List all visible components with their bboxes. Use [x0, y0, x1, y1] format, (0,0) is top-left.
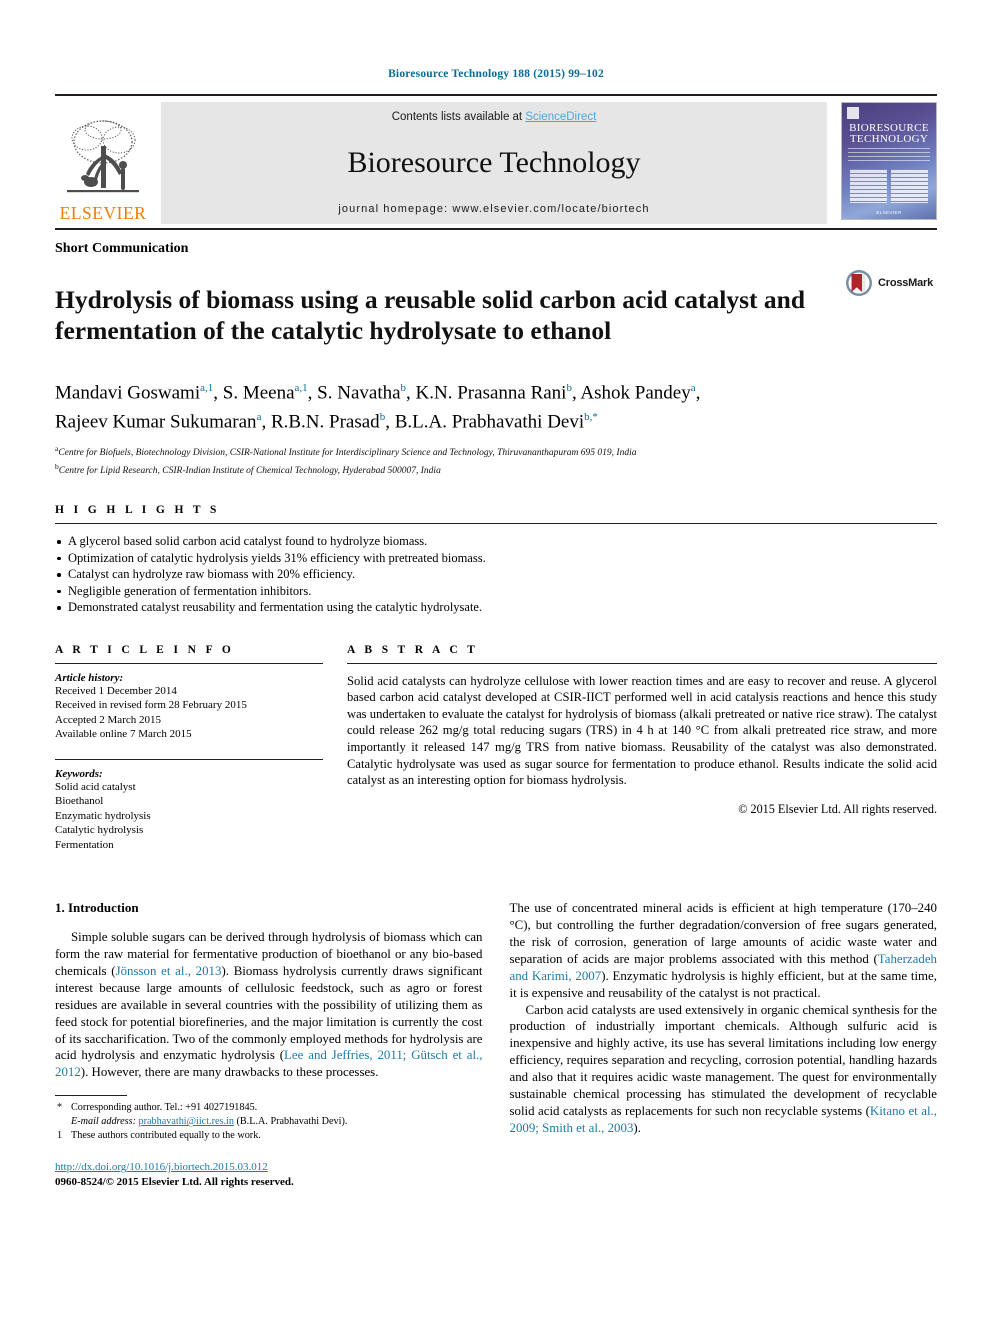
cover-title-line-2: TECHNOLOGY — [849, 133, 929, 145]
abstract-heading: A B S T R A C T — [347, 643, 479, 656]
list-item: Negligible generation of fermentation in… — [55, 583, 937, 600]
highlights-rule — [55, 523, 937, 525]
crossmark-icon — [846, 270, 872, 296]
affiliation-b: bCentre for Lipid Research, CSIR-Indian … — [55, 461, 441, 477]
doi-block: http://dx.doi.org/10.1016/j.biortech.201… — [55, 1157, 483, 1189]
keyword-item: Bioethanol — [55, 795, 104, 808]
list-item: Optimization of catalytic hydrolysis yie… — [55, 550, 937, 567]
keyword-item: Solid acid catalyst — [55, 780, 136, 793]
cover-panel — [850, 169, 887, 203]
footnote-mark-asterisk: * — [57, 1102, 63, 1114]
paragraph: Simple soluble sugars can be derived thr… — [55, 929, 483, 1081]
cover-title: BIORESOURCE TECHNOLOGY — [842, 123, 936, 145]
footnote-text: Corresponding author. Tel.: +91 40271918… — [71, 1102, 258, 1114]
abstract-rule — [347, 662, 937, 664]
journal-homepage[interactable]: journal homepage: www.elsevier.com/locat… — [338, 203, 649, 215]
history-item: Accepted 2 March 2015 — [55, 713, 161, 726]
elsevier-logo: ELSEVIER — [55, 102, 151, 224]
body-column-right: The use of concentrated mineral acids is… — [510, 900, 938, 1189]
list-item: Catalyst can hydrolyze raw biomass with … — [55, 566, 937, 583]
keyword-item: Catalytic hydrolysis — [55, 824, 144, 837]
email-link[interactable]: prabhavathi@iict.res.in — [139, 1116, 234, 1127]
journal-cover-thumbnail: BIORESOURCE TECHNOLOGY ELSEVIER — [841, 102, 937, 220]
footnotes: * Corresponding author. Tel.: +91 4027191… — [55, 1095, 483, 1189]
running-head: Bioresource Technology 188 (2015) 99–102 — [388, 68, 604, 80]
paragraph-text: ). — [633, 1120, 641, 1135]
keyword-item: Enzymatic hydrolysis — [55, 809, 151, 822]
history-item: Received 1 December 2014 — [55, 684, 177, 697]
sciencedirect-link[interactable]: ScienceDirect — [525, 111, 596, 123]
doi-link[interactable]: http://dx.doi.org/10.1016/j.biortech.201… — [55, 1161, 268, 1173]
list-item: Demonstrated catalyst reusability and fe… — [55, 599, 937, 616]
article-info-rule — [55, 662, 323, 664]
cover-panel — [891, 169, 928, 203]
elsevier-tree-icon — [67, 119, 139, 192]
highlights-heading: H I G H L I G H T S — [55, 504, 220, 517]
keywords-rule — [55, 758, 323, 760]
highlights-list: A glycerol based solid carbon acid catal… — [55, 533, 937, 616]
abstract-copyright: © 2015 Elsevier Ltd. All rights reserved… — [738, 801, 937, 816]
email-owner: (B.L.A. Prabhavathi Devi). — [236, 1116, 348, 1128]
contents-list-line: Contents lists available at ScienceDirec… — [392, 111, 597, 123]
article-info-heading: A R T I C L E I N F O — [55, 643, 235, 656]
author-line-2: Rajeev Kumar Sukumarana, R.B.N. Prasadb,… — [55, 411, 598, 433]
article-info-section: A R T I C L E I N F O Article history: R… — [55, 644, 323, 853]
keyword-item: Fermentation — [55, 838, 114, 851]
paragraph-text: ). However, there are many drawbacks to … — [80, 1065, 379, 1080]
paragraph-text: Carbon acid catalysts are used extensive… — [509, 1002, 938, 1118]
journal-title: Bioresource Technology — [347, 146, 641, 179]
abstract-text: Solid acid catalysts can hydrolyze cellu… — [347, 673, 937, 788]
citation-link[interactable]: Jönsson et al., 2013 — [116, 964, 222, 978]
cover-footer: ELSEVIER — [876, 210, 902, 215]
history-item: Available online 7 March 2015 — [55, 728, 192, 741]
footnote-equal-contribution: 1 These authors contributed equally to th… — [55, 1129, 483, 1143]
journal-banner: Contents lists available at ScienceDirec… — [161, 102, 827, 224]
masthead-bottom-rule — [55, 228, 937, 230]
keywords-block: Keywords: Solid acid catalyst Bioethanol… — [55, 758, 323, 853]
cover-subtitle-lines — [848, 148, 930, 164]
elsevier-wordmark: ELSEVIER — [59, 202, 147, 223]
info-abstract-row: A R T I C L E I N F O Article history: R… — [55, 644, 937, 853]
page-title: Hydrolysis of biomass using a reusable s… — [55, 285, 806, 346]
paragraph-text: The use of concentrated mineral acids is… — [509, 901, 938, 966]
abstract-section: A B S T R A C T Solid acid catalysts can… — [347, 644, 937, 853]
section-heading-introduction: 1. Introduction — [55, 900, 139, 916]
issn-copyright: 0960-8524/© 2015 Elsevier Ltd. All right… — [55, 1176, 294, 1189]
cover-publisher-mark — [847, 107, 859, 119]
paragraph: Carbon acid catalysts are used extensive… — [510, 1002, 938, 1137]
list-item: A glycerol based solid carbon acid catal… — [55, 533, 937, 550]
crossmark-badge[interactable]: CrossMark — [845, 269, 933, 297]
body-columns: 1. Introduction Simple soluble sugars ca… — [55, 900, 937, 1189]
affiliation-a: aCentre for Biofuels, Biotechnology Divi… — [55, 443, 637, 458]
paragraph: The use of concentrated mineral acids is… — [510, 900, 938, 1001]
author-list: Mandavi Goswamia,1, S. Meenaa,1, S. Nava… — [55, 376, 855, 435]
contents-prefix: Contents lists available at — [391, 111, 526, 123]
article-page: Bioresource Technology 188 (2015) 99–102 — [0, 0, 992, 1323]
footnote-rule — [55, 1095, 127, 1097]
cover-figure-panels — [850, 169, 928, 203]
crossmark-label: CrossMark — [878, 277, 934, 289]
title-row: Hydrolysis of biomass using a reusable s… — [55, 267, 937, 363]
article-section-type: Short Communication — [55, 241, 189, 256]
author-line-1: Mandavi Goswamia,1, S. Meenaa,1, S. Nava… — [55, 382, 701, 404]
footnote-email: E-mail address: prabhavathi@iict.res.in … — [55, 1115, 483, 1129]
footnote-mark-one: 1 — [57, 1130, 63, 1142]
keywords-label: Keywords: — [55, 767, 103, 780]
footnote-text: These authors contributed equally to the… — [71, 1130, 261, 1142]
journal-masthead: ELSEVIER Contents lists available at Sci… — [55, 94, 937, 224]
highlights-section: H I G H L I G H T S A glycerol based sol… — [55, 504, 937, 616]
article-history-label: Article history: — [55, 671, 124, 684]
history-item: Received in revised form 28 February 201… — [55, 699, 247, 712]
affiliations: aCentre for Biofuels, Biotechnology Divi… — [55, 442, 937, 478]
body-column-left: 1. Introduction Simple soluble sugars ca… — [55, 900, 483, 1189]
footnote-corresponding-author: * Corresponding author. Tel.: +91 4027191… — [55, 1101, 483, 1115]
email-label: E-mail address: — [71, 1116, 136, 1128]
